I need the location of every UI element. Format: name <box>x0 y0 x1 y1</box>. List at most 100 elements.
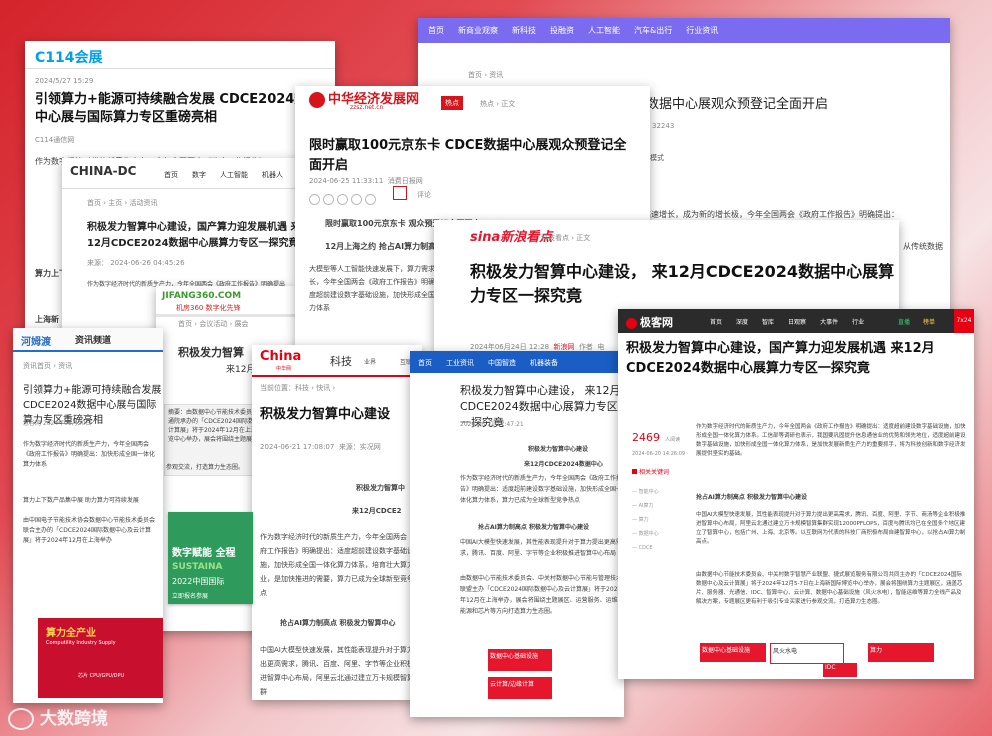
industry-news-para-3: 由数据中心节能技术委员会、中关村数据中心节能与管理技术联盟主办「CDCE2024… <box>460 575 624 615</box>
china-dc-nav-item-0[interactable]: 首页 <box>164 170 178 180</box>
fromgeek-rank-link[interactable]: 榜单 <box>923 317 935 326</box>
tech-news-nav-item-4[interactable]: 人工智能 <box>588 25 620 36</box>
jifang360-logo[interactable]: JIFANG360.COM <box>162 291 241 301</box>
china-com-logo[interactable]: China <box>260 349 301 364</box>
fromgeek-nav-item-4[interactable]: 大事件 <box>820 317 838 326</box>
china-com-lead-2: 来12月CDCE2 <box>352 507 402 515</box>
industry-news-lead-1: 积极发力智算中心建设 <box>528 446 589 453</box>
china-com-breadcrumb[interactable]: 当前位置：科技 › 快讯 › <box>260 383 335 393</box>
china-dc-nav-item-3[interactable]: 机器人 <box>262 170 283 180</box>
sustainability-ad[interactable]: 数字赋能 全程 SUSTAINA 2022中国国际 立即报名参展 <box>168 512 253 604</box>
fromgeek-heading: 抢占AI算力制高点 积极发力智算中心建设 <box>696 494 807 501</box>
fromgeek-nav: 首页 深度 智库 日观察 大事件 行业 <box>710 317 878 326</box>
jifang360-tail: 参观交流，打造算力生态圈。 <box>166 464 245 471</box>
tech-news-nav-item-0[interactable]: 首页 <box>428 25 444 36</box>
fromgeek-logo[interactable]: 极客网 <box>626 314 673 330</box>
hemudu-para: 作为数字经济时代的新质生产力，今年全国两会《政府工作报告》明确提出：加快形成全国… <box>23 441 156 468</box>
fromgeek-nav-item-1[interactable]: 深度 <box>736 317 748 326</box>
fromgeek-tag[interactable]: — 算力 <box>632 513 692 527</box>
fromgeek-tag[interactable]: — 智能中心 <box>632 485 692 499</box>
fromgeek-nav-item-3[interactable]: 日观察 <box>788 317 806 326</box>
fromgeek-pill-1[interactable]: 数据中心基础设施 <box>700 643 766 662</box>
zzsz-hot-tag[interactable]: 热点 <box>441 96 463 110</box>
industry-news-nav-item-1[interactable]: 工业资讯 <box>446 358 474 368</box>
china-com-section[interactable]: 科技 <box>330 353 352 369</box>
fromgeek-tag-list: — 智能中心 — AI算力 — 算力 — 数据中心 — CDCE <box>632 485 692 555</box>
ad-year: 2022中国国际 <box>172 577 225 586</box>
fromgeek-clock[interactable]: 7x24 <box>954 309 974 333</box>
industry-news-nav-item-3[interactable]: 机器装备 <box>530 358 558 368</box>
hemudu-meta: 慧谷网 2024年05月20日 <box>23 420 92 427</box>
fromgeek-tag[interactable]: — 数据中心 <box>632 527 692 541</box>
fromgeek-pill-4[interactable]: IDC <box>823 663 857 677</box>
china-dc-logo[interactable]: CHINA-DC <box>70 164 136 178</box>
fromgeek-nav-item-2[interactable]: 智库 <box>762 317 774 326</box>
tech-news-title: 数据中心展观众预登记全面开启 <box>646 97 829 112</box>
china-com-paragraph-2: 中国AI大模型快速发展，其性能表现提升对于算力提出更高需求，腾讯、百度、阿里、字… <box>260 646 421 696</box>
fromgeek-nav-item-5[interactable]: 行业 <box>852 317 864 326</box>
industry-news-pill-2[interactable]: 云计算/边缘计算 <box>488 677 552 699</box>
industry-news-nav-item-2[interactable]: 中国智造 <box>488 358 516 368</box>
fromgeek-nav-item-0[interactable]: 首页 <box>710 317 722 326</box>
banner-subtitle: Computility Industry Supply <box>46 640 116 646</box>
tech-news-nav: 首页 新商业观察 新科技 投融资 人工智能 汽车&出行 行业资讯 <box>428 25 732 36</box>
c114-logo[interactable]: C114会展 <box>35 47 103 67</box>
zzsz-comment-label[interactable]: 评论 <box>417 190 431 200</box>
tech-news-nav-item-2[interactable]: 新科技 <box>512 25 536 36</box>
tech-news-nav-item-1[interactable]: 新商业观察 <box>458 25 498 36</box>
hemudu-heading: 算力上下数产品集中展 助力算力可持续发展 <box>23 497 139 504</box>
fromgeek-pill-2[interactable]: 风火水电 <box>770 643 844 664</box>
computility-banner[interactable]: 算力全产业 Computility Industry Supply 芯片 CPU… <box>38 618 163 698</box>
industry-news-para-2: 中国AI大模型快速发展，其性能表现提升对于算力提出更高需求，腾讯、百度、阿里、字… <box>460 539 622 557</box>
c114-date: 2024/5/27 15:29 <box>35 77 94 85</box>
fromgeek-para-2: 中国AI大模型快速发展，其性能表现提升对于算力提出更高需求，腾讯、百度、阿里、字… <box>696 512 966 545</box>
fromgeek-pill-3[interactable]: 算力 <box>868 643 934 662</box>
industry-news-navbar: 首页 工业资讯 中国智造 机器装备 <box>410 351 624 373</box>
china-com-meta: 2024-06-21 17:08:07 来源：实况网 <box>260 443 381 451</box>
sina-logo[interactable]: sina新浪看点 <box>470 226 552 245</box>
tech-news-nav-item-3[interactable]: 投融资 <box>550 25 574 36</box>
hemudu-card: 河姆渡 资讯频道 资讯首页 › 资讯 引领算力+能源可持续融合发展 CDCE20… <box>13 328 163 703</box>
china-com-title: 积极发力智算中心建设 <box>260 407 391 422</box>
comment-icon[interactable] <box>393 186 407 200</box>
tech-news-breadcrumb[interactable]: 首页 › 资讯 <box>468 70 503 80</box>
hemudu-logo[interactable]: 河姆渡 <box>21 333 51 348</box>
china-dc-nav-item-2[interactable]: 人工智能 <box>220 170 248 180</box>
china-dc-breadcrumb[interactable]: 首页 › 主页 › 活动资讯 <box>87 198 158 208</box>
zzsz-breadcrumb[interactable]: 热点 › 正文 <box>480 99 515 109</box>
zzsz-logo-icon <box>309 91 325 108</box>
fromgeek-views: 2469 人阅读 <box>632 431 681 444</box>
sina-breadcrumb[interactable]: 科技看点 › 正文 <box>541 233 590 243</box>
ad-register-button[interactable]: 立即报名参展 <box>172 591 208 600</box>
share-icon[interactable] <box>365 194 376 205</box>
ad-title: 数字赋能 全程 <box>172 548 236 559</box>
zzsz-date: 2024-06-25 11:33:11 消费日报网 <box>309 177 423 185</box>
hemudu-channel[interactable]: 资讯频道 <box>75 333 111 346</box>
china-com-nav-0[interactable]: 业界 <box>364 357 376 366</box>
industry-news-pill-1[interactable]: 数据中心基础设施 <box>488 649 552 671</box>
tech-news-navbar: 首页 新商业观察 新科技 投融资 人工智能 汽车&出行 行业资讯 <box>418 18 950 43</box>
hemudu-header: 河姆渡 资讯频道 <box>13 328 163 352</box>
fromgeek-tag[interactable]: — AI算力 <box>632 499 692 513</box>
share-icon[interactable] <box>323 194 334 205</box>
share-icon[interactable] <box>309 194 320 205</box>
hemudu-breadcrumb[interactable]: 资讯首页 › 资讯 <box>23 361 72 371</box>
hemudu-para-2: 由中国电子节能技术协会数据中心节能技术委员会联合主办的「CDCE2024国际数据… <box>23 517 156 544</box>
fromgeek-live-link[interactable]: 直播 <box>898 317 910 326</box>
zzsz-share-icons[interactable] <box>309 190 379 209</box>
china-com-header: China 中华网 科技 业界 互联网 <box>252 345 422 377</box>
jifang360-breadcrumb[interactable]: 首页 › 会议活动 › 展会 <box>178 319 249 329</box>
china-dc-nav-item-1[interactable]: 数字 <box>192 170 206 180</box>
share-icon[interactable] <box>351 194 362 205</box>
industry-news-nav: 首页 工业资讯 中国智造 机器装备 <box>418 358 572 368</box>
tech-news-nav-item-5[interactable]: 汽车&出行 <box>634 25 672 36</box>
china-dc-meta: 来源： 2024-06-26 04:45:26 <box>87 259 185 267</box>
fromgeek-tag[interactable]: — CDCE <box>632 541 692 555</box>
jifang360-title: 积极发力智算 <box>178 346 244 359</box>
tech-news-tag: 模式 <box>650 154 664 162</box>
share-icon[interactable] <box>337 194 348 205</box>
fromgeek-card: 极客网 首页 深度 智库 日观察 大事件 行业 直播 榜单 7x24 积极发力智算中心建设… <box>618 309 974 679</box>
tech-news-nav-item-6[interactable]: 行业资讯 <box>686 25 718 36</box>
fromgeek-title: 积极发力智算中心建设，国产算力迎发展机遇 来12月CDCE2024数据中心展算力… <box>626 341 935 376</box>
industry-news-nav-item-0[interactable]: 首页 <box>418 358 432 368</box>
